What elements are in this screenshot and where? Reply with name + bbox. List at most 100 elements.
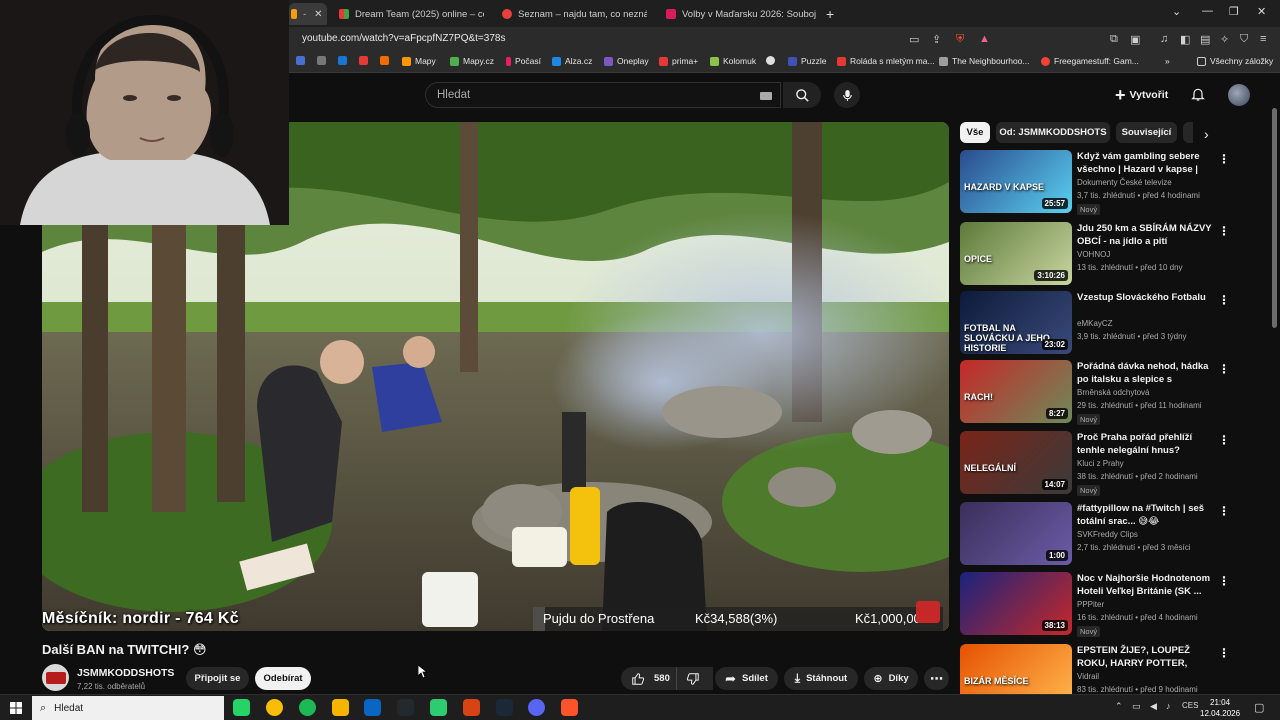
recommended-channel[interactable]: VOHNOJ	[1077, 250, 1110, 259]
search-input[interactable]: Hledat	[437, 89, 470, 101]
dislike-button[interactable]	[676, 667, 709, 690]
recommended-video[interactable]: 1:00 #fattypillow na #Twitch | seš totáln…	[960, 502, 1260, 566]
recommended-title[interactable]: Vzestup Slováckého Fotbalu	[1077, 291, 1217, 304]
recommended-video[interactable]: FOTBAL NA SLOVÁCKU A JEHO HISTORIE 23:02 V…	[960, 291, 1260, 355]
bookmark-freegamestuff[interactable]: Freegamestuff: Gam...	[1041, 56, 1139, 66]
bookmark-puzzle[interactable]: Puzzle	[788, 56, 827, 66]
bookmark-kolomuk[interactable]: Kolomuk	[710, 56, 756, 66]
bookmark-folder-icon[interactable]	[296, 56, 309, 65]
bookmark-mapy[interactable]: Mapy	[402, 56, 436, 66]
recommended-channel[interactable]: eMKayCZ	[1077, 319, 1113, 328]
app-multicolor-icon[interactable]	[463, 699, 480, 716]
spotify-icon[interactable]	[299, 699, 316, 716]
brave-icon[interactable]	[561, 699, 578, 716]
files-icon[interactable]	[332, 699, 349, 716]
recommended-channel[interactable]: SVKFreddy Clips	[1077, 530, 1138, 539]
tab-volby[interactable]: Volby v Maďarsku 2026: Souboj Orbá	[666, 3, 816, 25]
create-button[interactable]: + Vytvořit	[1115, 84, 1168, 106]
video-thumbnail[interactable]: NELEGÁLNÍ 14:07	[960, 431, 1072, 494]
whatsapp-icon[interactable]	[233, 699, 250, 716]
subscribed-button[interactable]: Odebírat	[255, 667, 311, 690]
tab-dream-team[interactable]: Dream Team (2025) online – celý film	[339, 3, 484, 25]
recommended-channel[interactable]: Vidrail	[1077, 672, 1099, 681]
brave-rewards-icon[interactable]: ▲	[979, 33, 990, 45]
media-icon[interactable]: ♫	[1160, 33, 1168, 45]
recommended-channel[interactable]: Kluci z Prahy	[1077, 459, 1124, 468]
github-icon[interactable]	[397, 699, 414, 716]
new-tab-button[interactable]: +	[826, 3, 840, 25]
clock[interactable]: 21:04 12.04.2026	[1200, 697, 1240, 719]
extensions-icon[interactable]: ⧉	[1110, 33, 1118, 46]
recommended-channel[interactable]: Brněnská odchytová	[1077, 388, 1150, 397]
recommended-video[interactable]: OPICE 3:10:26 Jdu 250 km a SBÍRÁM NÁZVY OB…	[960, 222, 1260, 286]
account-avatar[interactable]	[1228, 84, 1250, 106]
bookmark-mapy-cz[interactable]: Mapy.cz	[450, 56, 494, 66]
taskbar-search[interactable]: ⌕ Hledat	[32, 696, 224, 720]
recommended-video[interactable]: HAZARD V KAPSE 25:57 Když vám gambling seb…	[960, 150, 1260, 215]
brave-shield-icon[interactable]: ⛨	[956, 33, 964, 46]
recommended-channel[interactable]: PPPiter	[1077, 600, 1104, 609]
voice-search-button[interactable]	[834, 82, 860, 108]
more-options-icon[interactable]: ⋮	[1218, 646, 1230, 660]
active-tab[interactable]: - ✕	[289, 3, 327, 25]
channel-name[interactable]: JSMMKODDSHOTS	[77, 667, 174, 679]
more-options-icon[interactable]: ⋮	[1218, 574, 1230, 588]
video-thumbnail[interactable]: 38:13	[960, 572, 1072, 635]
video-thumbnail[interactable]: HAZARD V KAPSE 25:57	[960, 150, 1072, 213]
chip-related[interactable]: Související	[1116, 122, 1177, 143]
windows-start-icon[interactable]	[10, 702, 22, 714]
tab-seznam[interactable]: Seznam – najdu tam, co neznám	[502, 3, 647, 25]
cast-icon[interactable]: ▭	[909, 33, 919, 46]
chevron-right-icon[interactable]: ›	[1204, 126, 1209, 142]
menu-icon[interactable]: ≡	[1260, 33, 1266, 45]
recommended-video[interactable]: RACH! 8:27 Pořádná dávka nehod, hádka po i…	[960, 360, 1260, 425]
bookmark-neighbourhood[interactable]: The Neighbourhoo...	[939, 56, 1030, 66]
bookmark-oneplay[interactable]: Oneplay	[604, 56, 649, 66]
bookmark-alza[interactable]: Alza.cz	[552, 56, 592, 66]
tray-chevron-icon[interactable]: ⌃	[1115, 701, 1123, 712]
more-options-icon[interactable]: ⋮	[1218, 152, 1230, 166]
more-options-icon[interactable]: ⋮	[1218, 362, 1230, 376]
bookmark-icon[interactable]	[317, 56, 330, 65]
tab-search-icon[interactable]: ⌄	[1172, 5, 1181, 18]
recommended-video[interactable]: NELEGÁLNÍ 14:07 Proč Praha pořád přehlíží …	[960, 431, 1260, 496]
wallet2-icon[interactable]: ▤	[1200, 33, 1210, 46]
channel-avatar[interactable]	[42, 664, 69, 691]
video-thumbnail[interactable]: 1:00	[960, 502, 1072, 565]
leo-icon[interactable]: ✧	[1220, 33, 1229, 46]
recommended-title[interactable]: Noc v Najhoršie Hodnotenom Hoteli Veľkej…	[1077, 572, 1217, 598]
video-thumbnail[interactable]: FOTBAL NA SLOVÁCKU A JEHO HISTORIE 23:02	[960, 291, 1072, 354]
join-button[interactable]: Připojit se	[186, 667, 249, 690]
recommended-video[interactable]: 38:13 Noc v Najhoršie Hodnotenom Hoteli V…	[960, 572, 1260, 637]
bookmark-prima[interactable]: prima+	[659, 56, 698, 66]
network-icon[interactable]: ▭	[1132, 701, 1141, 712]
bookmark-icon[interactable]	[766, 56, 779, 65]
speaker-icon[interactable]: ♪	[1166, 701, 1171, 711]
more-options-icon[interactable]: ⋮	[1218, 433, 1230, 447]
restore-button[interactable]: ❐	[1229, 5, 1239, 18]
more-options-icon[interactable]: ⋮	[1218, 293, 1230, 307]
more-actions-button[interactable]: ⋯	[924, 667, 949, 690]
bookmarks-overflow-icon[interactable]: »	[1165, 56, 1170, 66]
download-button[interactable]: ⤓ Stáhnout	[784, 667, 858, 690]
recommended-title[interactable]: Když vám gambling sebere všechno | Hazar…	[1077, 150, 1217, 176]
bookmark-icon[interactable]	[380, 56, 393, 65]
bookmark-rolada[interactable]: Roláda s mletým ma...	[837, 56, 935, 66]
notifications-icon[interactable]: ▢	[1254, 701, 1264, 714]
share-icon[interactable]: ⇪	[932, 33, 941, 46]
discord-icon[interactable]	[528, 699, 545, 716]
share-button[interactable]: ➦ Sdílet	[715, 667, 778, 690]
chip-from-channel[interactable]: Od: JSMMKODDSHOTS	[996, 122, 1110, 143]
mail-icon[interactable]	[364, 699, 381, 716]
recommended-title[interactable]: EPSTEIN ŽIJE?, LOUPEŽ ROKU, HARRY POTTER…	[1077, 644, 1217, 670]
recommended-title[interactable]: #fattypillow na #Twitch | seš totální sr…	[1077, 502, 1217, 528]
video-thumbnail[interactable]: OPICE 3:10:26	[960, 222, 1072, 285]
steam-icon[interactable]	[496, 699, 513, 716]
more-options-icon[interactable]: ⋮	[1218, 504, 1230, 518]
recommended-title[interactable]: Jdu 250 km a SBÍRÁM NÁZVY OBCÍ - na jídl…	[1077, 222, 1217, 248]
app-green-icon[interactable]	[430, 699, 447, 716]
wallet-icon[interactable]: ▣	[1130, 33, 1140, 46]
chip-overflow[interactable]	[1183, 122, 1193, 143]
close-window-button[interactable]: ✕	[1257, 5, 1266, 18]
scrollbar[interactable]	[1272, 108, 1277, 328]
